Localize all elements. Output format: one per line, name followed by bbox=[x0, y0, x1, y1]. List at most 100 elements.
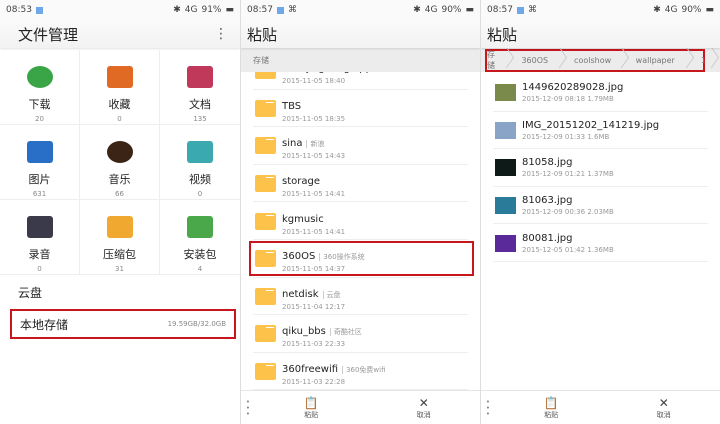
file-row[interactable]: IMG_20151202_141219.jpg 2015-12-09 01:33 … bbox=[481, 112, 720, 150]
file-date: 2015-12-09 00:36 bbox=[522, 208, 586, 217]
file-name: 81058.jpg bbox=[522, 157, 573, 169]
usb-icon: ⌘ bbox=[287, 5, 297, 15]
file-text: IMG_20151202_141219.jpg 2015-12-09 01:33 … bbox=[522, 120, 659, 141]
file-meta: 2015-12-09 00:36 2.03MB bbox=[522, 208, 614, 216]
folder-name: netdisk bbox=[282, 288, 319, 300]
file-row[interactable]: 81058.jpg 2015-12-09 01:21 1.37MB bbox=[481, 149, 720, 187]
breadcrumb-segment[interactable]: 存储 bbox=[481, 48, 515, 72]
file-meta: 2015-12-05 01:42 1.36MB bbox=[522, 246, 614, 254]
folder-date: 2015-11-05 14:41 bbox=[282, 227, 346, 236]
category-count: 0 bbox=[197, 190, 203, 198]
category-count: 66 bbox=[115, 190, 124, 198]
folder-title-line: kgmusic bbox=[282, 207, 345, 226]
signal-label: 4G bbox=[664, 5, 678, 15]
paste-button[interactable]: 📋 粘贴 bbox=[495, 396, 608, 420]
folder-title-line: qiku_bbs 奇酷社区 bbox=[282, 319, 362, 338]
cancel-label: 取消 bbox=[416, 410, 431, 419]
folder-row[interactable]: kgmusic 2015-11-05 14:41 bbox=[241, 202, 480, 240]
folder-row[interactable]: sina 新浪 2015-11-05 14:43 bbox=[241, 127, 480, 165]
paste-button[interactable]: 📋 粘贴 bbox=[255, 396, 368, 420]
local-storage-item[interactable]: 本地存储 19.59GB/32.0GB bbox=[10, 309, 236, 339]
folder-date: 2015-11-05 14:41 bbox=[282, 190, 346, 199]
category-tile[interactable]: 录音 0 bbox=[0, 200, 80, 275]
category-tile[interactable]: 文档 135 bbox=[160, 50, 240, 125]
file-name: 81063.jpg bbox=[522, 195, 573, 207]
folder-title-line: netdisk 云盘 bbox=[282, 282, 345, 301]
folder-date: 2015-11-05 14:43 bbox=[282, 152, 346, 161]
category-count: 631 bbox=[32, 190, 47, 198]
status-bar: 08:57 ⌘ ✱ 4G 90% ▬ bbox=[481, 0, 720, 20]
breadcrumb: 存储 360OS coolshow wallpaper 1 bbox=[481, 48, 720, 72]
folder-name: storage bbox=[282, 176, 320, 188]
cloud-drive-item[interactable]: 云盘 bbox=[0, 275, 240, 309]
file-row[interactable]: 1449620289028.jpg 2015-12-09 08:18 1.79MB bbox=[481, 74, 720, 112]
category-tile[interactable]: 收藏 0 bbox=[80, 50, 160, 125]
clock: 08:57 bbox=[487, 5, 513, 15]
file-text: 80081.jpg 2015-12-05 01:42 1.36MB bbox=[522, 233, 614, 254]
status-bar: 08:57 ⌘ ✱ 4G 90% ▬ bbox=[241, 0, 480, 20]
folder-date: 2015-11-03 22:33 bbox=[282, 340, 346, 349]
page-title: 粘贴 bbox=[247, 25, 278, 44]
folder-row[interactable]: 360OS 360操作系统 2015-11-05 14:37 bbox=[241, 240, 480, 278]
clipboard-icon: 📋 bbox=[543, 395, 559, 410]
folder-icon bbox=[255, 212, 276, 230]
category-icon bbox=[187, 66, 213, 88]
category-icon bbox=[26, 66, 53, 88]
signal-label: 4G bbox=[184, 5, 198, 15]
file-text: 81058.jpg 2015-12-09 01:21 1.37MB bbox=[522, 157, 614, 178]
folder-row[interactable]: netdisk 云盘 2015-11-04 12:17 bbox=[241, 278, 480, 316]
category-tile[interactable]: 视频 0 bbox=[160, 125, 240, 200]
breadcrumb-storage[interactable]: 存储 bbox=[253, 55, 269, 66]
cancel-button[interactable]: ✕ 取消 bbox=[368, 396, 481, 420]
category-tile[interactable]: 安装包 4 bbox=[160, 200, 240, 275]
folder-row[interactable]: storage 2015-11-05 14:41 bbox=[241, 165, 480, 203]
file-date: 2015-12-09 08:18 bbox=[522, 95, 586, 104]
more-icon[interactable]: • • • bbox=[241, 398, 255, 417]
category-tile[interactable]: 图片 631 bbox=[0, 125, 80, 200]
category-count: 20 bbox=[35, 115, 44, 123]
folder-list: com.jingdong.app.mall2015-11-05 18:40TBS… bbox=[241, 52, 480, 390]
file-meta: 2015-12-09 01:21 1.37MB bbox=[522, 170, 614, 178]
image-thumbnail bbox=[495, 234, 516, 252]
folder-text: 360freewifi 360免费wifi 2015-11-03 22:28 bbox=[282, 357, 386, 386]
category-tile[interactable]: 压缩包 31 bbox=[80, 200, 160, 275]
file-name: 80081.jpg bbox=[522, 232, 573, 244]
folder-date: 2015-11-05 18:35 bbox=[282, 114, 346, 123]
category-count: 4 bbox=[197, 265, 203, 273]
cancel-label: 取消 bbox=[656, 410, 671, 419]
folder-text: qiku_bbs 奇酷社区 2015-11-03 22:33 bbox=[282, 319, 362, 348]
folder-alias: 新浪 bbox=[306, 140, 325, 149]
category-tile[interactable]: 下载 20 bbox=[0, 50, 80, 125]
breadcrumb-segment[interactable]: 1 bbox=[695, 48, 720, 72]
breadcrumb-segment[interactable]: 360OS bbox=[515, 48, 568, 72]
file-row[interactable]: 81063.jpg 2015-12-09 00:36 2.03MB bbox=[481, 187, 720, 225]
folder-alias: 云盘 bbox=[322, 290, 341, 299]
category-label: 音乐 bbox=[108, 173, 131, 186]
breadcrumb-segment[interactable]: coolshow bbox=[568, 48, 630, 72]
cancel-button[interactable]: ✕ 取消 bbox=[608, 396, 720, 420]
paste-screen-root: 08:57⌘ ✱4G90%▬ 粘贴 存储 com.jingdong.app.ma… bbox=[240, 0, 480, 424]
image-thumbnail bbox=[495, 197, 516, 215]
breadcrumb-segment[interactable]: wallpaper bbox=[630, 48, 695, 72]
folder-row[interactable]: qiku_bbs 奇酷社区 2015-11-03 22:33 bbox=[241, 315, 480, 353]
folder-row[interactable]: TBS 2015-11-05 18:35 bbox=[241, 90, 480, 128]
category-tile[interactable]: 音乐 66 bbox=[80, 125, 160, 200]
file-list: 1449620289028.jpg 2015-12-09 08:18 1.79MB… bbox=[481, 74, 720, 262]
close-icon: ✕ bbox=[658, 395, 669, 410]
category-count: 31 bbox=[115, 265, 124, 273]
more-icon[interactable]: • • • bbox=[481, 398, 495, 417]
notification-icon bbox=[35, 6, 43, 14]
category-grid: 下载 20 收藏 0 文档 135 图片 631 音乐 66 视频 0 录音 0 压缩包 31 安装包 4 bbox=[0, 50, 240, 275]
file-text: 1449620289028.jpg 2015-12-09 08:18 1.79MB bbox=[522, 82, 623, 103]
file-row[interactable]: 80081.jpg 2015-12-05 01:42 1.36MB bbox=[481, 224, 720, 262]
file-name: 1449620289028.jpg bbox=[522, 82, 624, 94]
bottom-bar: • • • 📋 粘贴 ✕ 取消 bbox=[481, 390, 720, 424]
battery-icon: ▬ bbox=[465, 5, 474, 15]
more-menu-icon[interactable]: ⋮ bbox=[214, 26, 234, 42]
local-storage-label: 本地存储 bbox=[20, 317, 69, 332]
category-label: 图片 bbox=[28, 173, 51, 186]
bluetooth-icon: ✱ bbox=[413, 5, 421, 15]
category-icon bbox=[106, 141, 133, 163]
folder-row[interactable]: 360freewifi 360免费wifi 2015-11-03 22:28 bbox=[241, 353, 480, 391]
folder-date: 2015-11-04 12:17 bbox=[282, 302, 346, 311]
